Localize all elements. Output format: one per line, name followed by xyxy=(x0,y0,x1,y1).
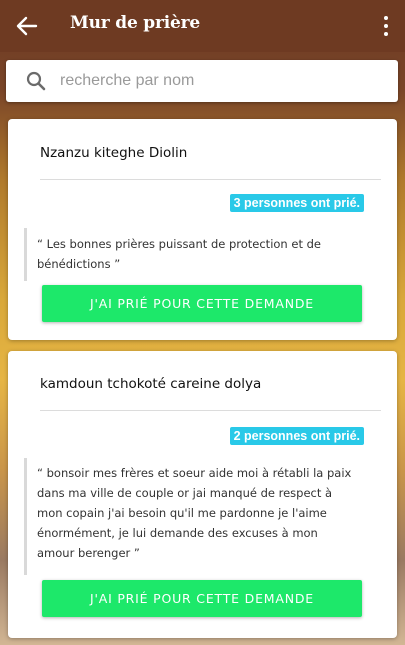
requester-name: kamdoun tchokoté careine dolya xyxy=(40,376,262,392)
prayer-count-badge: 2 personnes ont prié. xyxy=(229,427,364,445)
prayer-text: “ bonsoir mes frères et soeur aide moi à… xyxy=(24,458,363,575)
requester-name: Nzanzu kiteghe Diolin xyxy=(40,145,188,161)
divider xyxy=(40,179,381,180)
app-bar: Mur de prière xyxy=(0,0,405,52)
prayer-count-badge: 3 personnes ont prié. xyxy=(229,194,364,212)
page-title: Mur de prière xyxy=(70,13,200,33)
search-icon xyxy=(26,71,46,91)
prayed-button[interactable]: J'AI PRIÉ POUR CETTE DEMANDE xyxy=(42,580,362,617)
prayer-card: Nzanzu kiteghe Diolin 3 personnes ont pr… xyxy=(8,119,397,340)
search-input[interactable] xyxy=(60,68,380,94)
more-vertical-icon[interactable] xyxy=(379,14,393,38)
prayer-text: “ Les bonnes prières puissant de protect… xyxy=(24,228,363,281)
back-arrow-icon[interactable] xyxy=(14,13,40,39)
divider xyxy=(40,410,381,411)
prayed-button[interactable]: J'AI PRIÉ POUR CETTE DEMANDE xyxy=(42,285,362,322)
prayer-card: kamdoun tchokoté careine dolya 2 personn… xyxy=(8,351,397,638)
search-bar xyxy=(6,60,398,102)
